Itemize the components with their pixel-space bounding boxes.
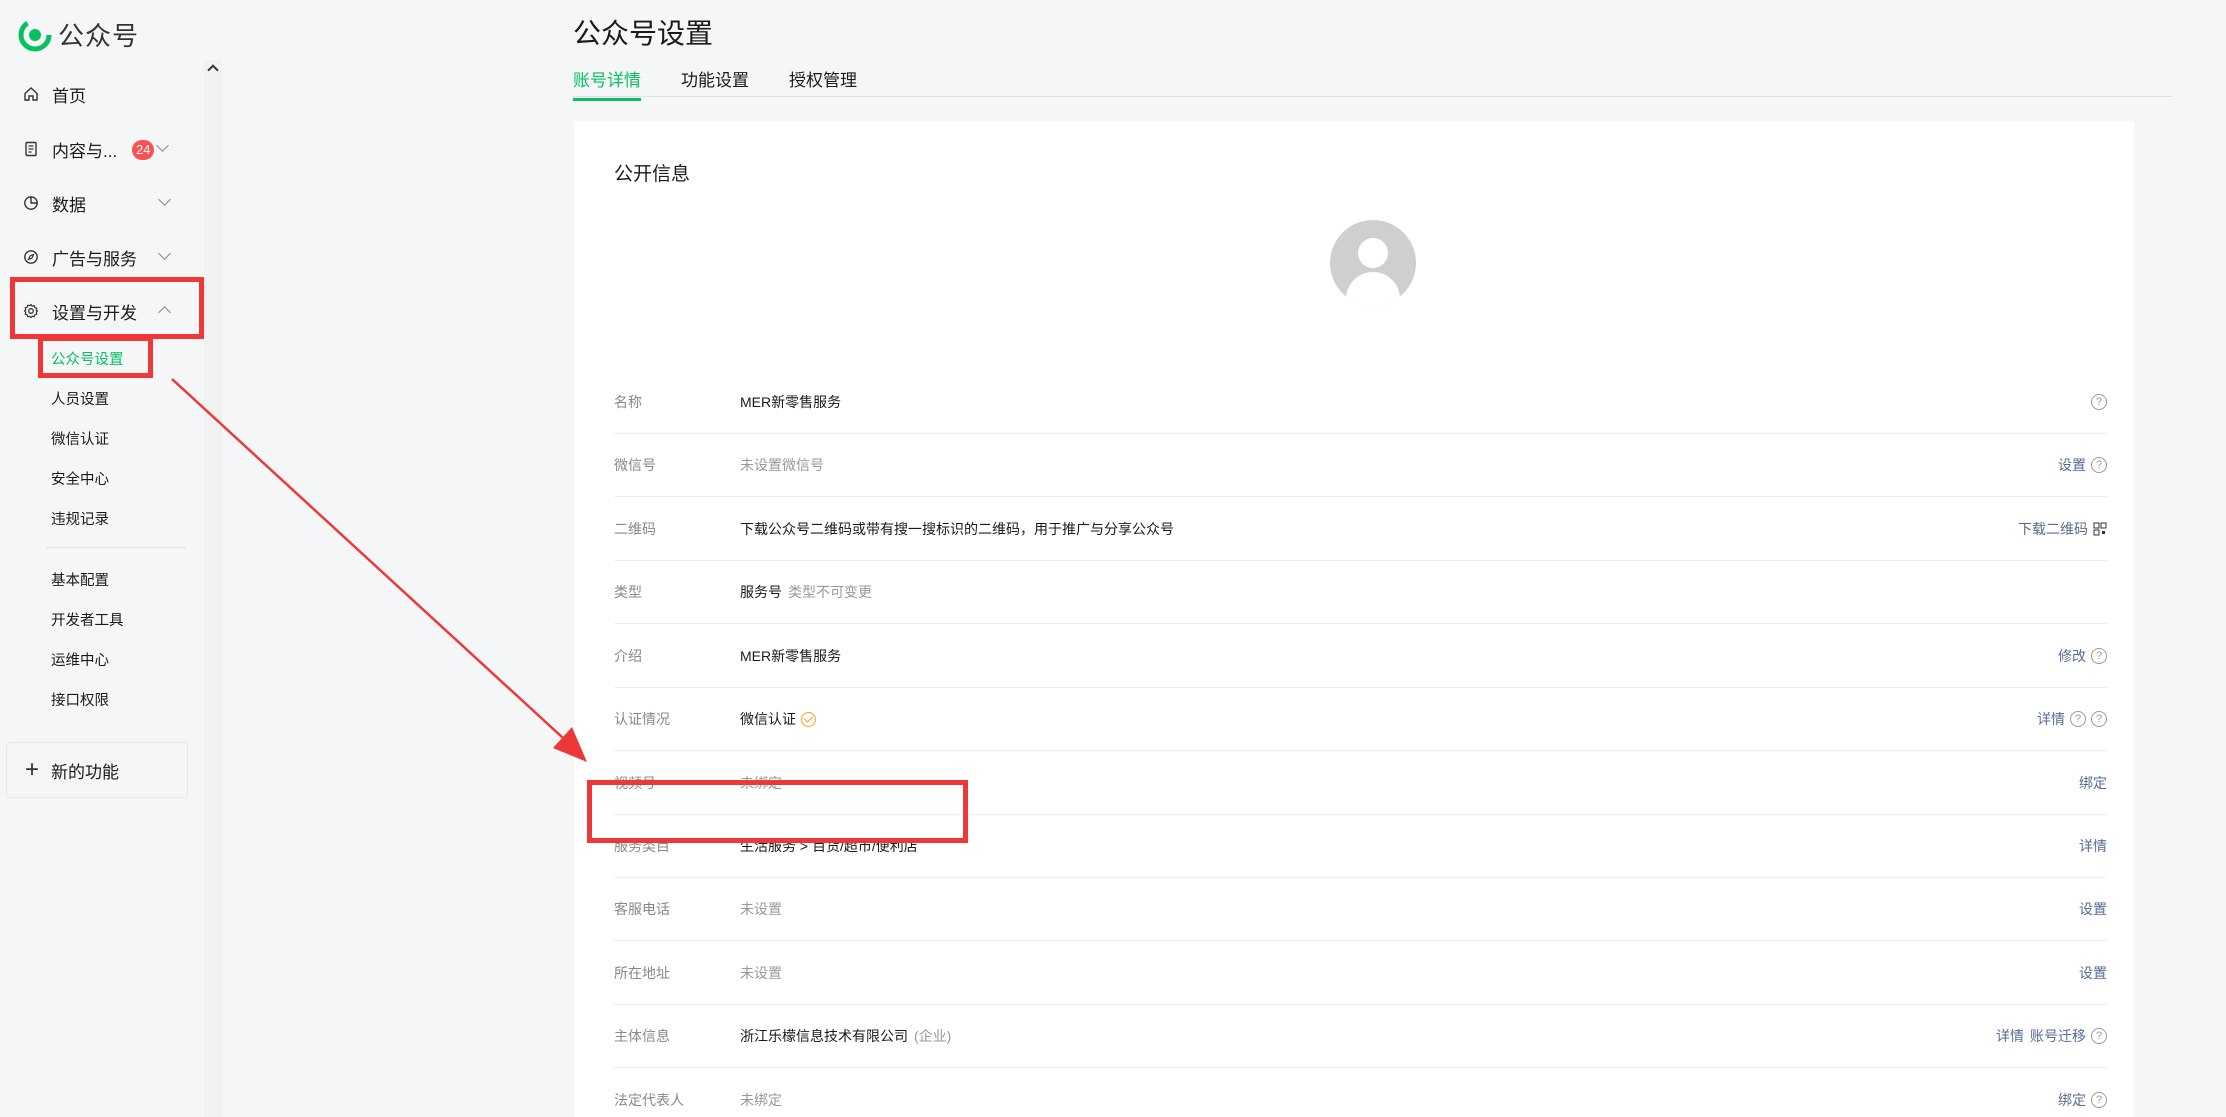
annotation-arrow: [171, 378, 587, 762]
